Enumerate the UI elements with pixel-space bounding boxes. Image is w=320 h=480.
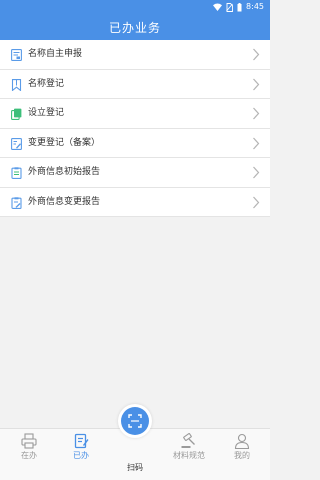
list-item-establishment-registration[interactable]: 设立登记 xyxy=(0,99,270,129)
list-item-foreign-change-report[interactable]: 外商信息变更报告 xyxy=(0,188,270,217)
chevron-right-icon xyxy=(252,78,260,91)
wifi-icon xyxy=(213,3,223,11)
person-icon xyxy=(233,433,251,449)
tab-mine[interactable]: 我的 xyxy=(215,429,269,480)
clipboard-edit-icon xyxy=(11,196,22,209)
chevron-right-icon xyxy=(252,137,260,150)
chevron-right-icon xyxy=(252,196,260,209)
list-item-label: 名称登记 xyxy=(28,78,65,89)
tab-material-standards[interactable]: 材料规范 xyxy=(162,429,216,480)
battery-icon xyxy=(237,2,242,12)
done-document-icon xyxy=(72,433,90,449)
tab-label: 材料规范 xyxy=(173,451,205,460)
no-sim-icon xyxy=(226,2,233,12)
list-item-label: 名称自主申报 xyxy=(28,49,83,59)
chevron-right-icon xyxy=(252,107,260,120)
list-item-label: 变更登记（备案） xyxy=(28,137,101,148)
tab-completed[interactable]: 已办 xyxy=(54,429,108,480)
tab-label: 在办 xyxy=(21,451,37,460)
gavel-icon xyxy=(180,433,198,449)
edit-document-icon xyxy=(11,137,22,150)
status-bar: 8:45 xyxy=(0,0,270,14)
form-report-icon xyxy=(11,49,22,61)
list-item-label: 外商信息变更报告 xyxy=(28,196,101,207)
chevron-right-icon xyxy=(252,166,260,179)
status-icons: 8:45 xyxy=(213,2,264,12)
list-item-name-self-declaration[interactable]: 名称自主申报 xyxy=(0,40,270,70)
scan-icon xyxy=(128,414,142,428)
tab-label: 我的 xyxy=(234,451,250,460)
status-time: 8:45 xyxy=(246,2,264,11)
printer-icon xyxy=(20,433,38,449)
tab-label: 已办 xyxy=(73,451,89,460)
list-item-label: 设立登记 xyxy=(28,108,65,118)
list-item-name-registration[interactable]: 名称登记 xyxy=(0,70,270,99)
list-item-change-registration[interactable]: 变更登记（备案） xyxy=(0,129,270,158)
bookmark-icon xyxy=(11,78,22,91)
scan-button[interactable] xyxy=(121,407,149,435)
page-title: 已办业务 xyxy=(108,20,161,35)
tab-in-progress[interactable]: 在办 xyxy=(2,429,56,480)
copy-document-icon xyxy=(11,108,22,120)
list-item-foreign-initial-report[interactable]: 外商信息初始报告 xyxy=(0,158,270,188)
chevron-right-icon xyxy=(252,48,260,61)
app-header: 已办业务 xyxy=(0,14,270,40)
clipboard-icon xyxy=(11,167,22,179)
business-list: 名称自主申报 名称登记 设立登记 变更登记（备案） 外商信息初始报告 外商信息变… xyxy=(0,40,270,217)
list-item-label: 外商信息初始报告 xyxy=(28,167,101,177)
scan-label: 扫码 xyxy=(127,463,143,472)
